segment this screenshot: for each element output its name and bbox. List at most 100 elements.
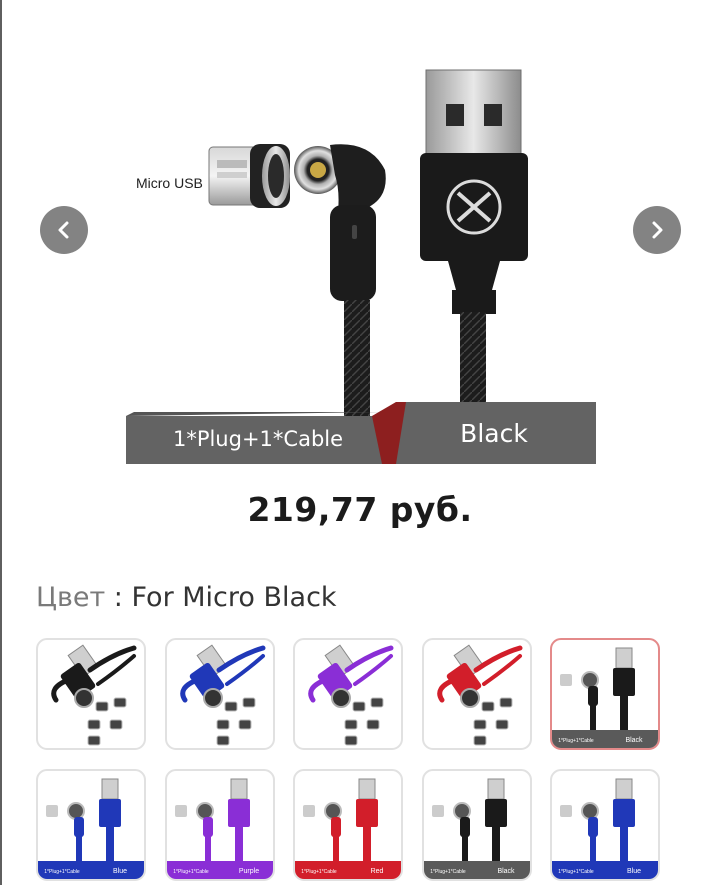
magnetic-head-shape	[203, 688, 223, 708]
micro-tip-shape	[175, 805, 187, 817]
micro-tip-shape	[303, 805, 315, 817]
micro-usb-label: Micro USB	[136, 175, 203, 191]
cable-shape	[76, 835, 82, 861]
usb-head-shape	[487, 778, 505, 800]
micro-tip-shape	[432, 805, 444, 817]
usb-body-shape	[228, 799, 250, 827]
option-label: 1*Plug+1*Cable	[173, 427, 343, 451]
plug-tip-shape	[87, 719, 101, 730]
color-label: Black	[460, 419, 528, 448]
color-swatch-purple[interactable]	[293, 638, 403, 750]
plug-tip-shape	[481, 701, 495, 712]
head-shape	[588, 817, 598, 837]
head-shape	[460, 817, 470, 837]
cable-shape	[590, 704, 596, 730]
cable-shape	[462, 835, 468, 861]
swatch-color-text: Black	[625, 737, 643, 744]
usb-head-shape	[358, 778, 376, 800]
swatch-thumbnail: 1*Plug+1*Cable Blue	[38, 778, 144, 879]
product-image: Micro USB 1*Plug+1*Cable Black	[126, 69, 596, 464]
micro-tip-shape	[46, 805, 58, 817]
swatch-tag-text: 1*Plug+1*Cable	[558, 869, 594, 875]
swatch-thumbnail	[308, 644, 394, 746]
plug-tip-shape	[473, 719, 487, 730]
plug-tip-shape	[370, 697, 384, 708]
swatch-tag-text: 1*Plug+1*Cable	[173, 869, 209, 875]
usb-body-shape	[99, 799, 121, 827]
plug-tip-shape	[238, 719, 252, 730]
micro-tip-shape	[560, 805, 572, 817]
swatch-tag-text: 1*Plug+1*Cable	[558, 738, 594, 744]
color-swatch-purple-micro[interactable]: 1*Plug+1*Cable Purple	[165, 769, 275, 881]
color-swatch-black[interactable]	[36, 638, 146, 750]
plug-tip-shape	[216, 719, 230, 730]
cable-shape	[106, 827, 114, 861]
head-shape	[203, 817, 213, 837]
usb-body-shape	[356, 799, 378, 827]
cable-shape	[590, 835, 596, 861]
usb-body-shape	[613, 799, 635, 827]
color-swatch-red[interactable]	[422, 638, 532, 750]
usb-body-shape	[485, 799, 507, 827]
swatch-color-text: Purple	[239, 868, 259, 875]
swatch-thumbnail: 1*Plug+1*Cable Blue	[552, 778, 658, 879]
usb-head-shape	[615, 647, 633, 669]
color-label-text: Цвет	[36, 582, 106, 613]
color-swatch-red-micro[interactable]: 1*Plug+1*Cable Red	[293, 769, 403, 881]
head-shape	[331, 817, 341, 837]
color-selector-label: Цвет : For Micro Black	[36, 582, 337, 613]
magnetic-head-shape	[74, 688, 94, 708]
magnetic-head-shape	[453, 802, 471, 820]
usb-a-connector	[420, 69, 528, 314]
plug-tip-shape	[95, 701, 109, 712]
head-shape	[74, 817, 84, 837]
color-swatch-blue-type-c[interactable]: 1*Plug+1*Cable Blue	[550, 769, 660, 881]
cable-shape	[620, 696, 628, 730]
plug-tip-shape	[216, 735, 230, 746]
plug-tip-shape	[109, 719, 123, 730]
color-swatch-blue-micro[interactable]: 1*Plug+1*Cable Blue	[36, 769, 146, 881]
magnetic-head-shape	[196, 802, 214, 820]
color-swatch-blue[interactable]	[165, 638, 275, 750]
magnetic-head-shape	[67, 802, 85, 820]
magnetic-head	[294, 144, 386, 301]
cable-shape	[235, 827, 243, 861]
cable-shape	[492, 827, 500, 861]
selected-color-value: For Micro Black	[131, 582, 337, 613]
chevron-right-icon	[652, 221, 663, 239]
swatch-color-text: Red	[371, 868, 384, 875]
usb-head-shape	[101, 778, 119, 800]
usb-body-shape	[613, 668, 635, 696]
color-swatch-black-micro[interactable]: 1*Plug+1*Cable Black	[550, 638, 660, 750]
previous-image-button[interactable]	[40, 206, 88, 254]
micro-usb-plug	[208, 144, 290, 208]
braided-cable	[344, 300, 370, 416]
magnetic-head-shape	[581, 671, 599, 689]
cable-shape	[363, 827, 371, 861]
next-image-button[interactable]	[633, 206, 681, 254]
swatch-thumbnail: 1*Plug+1*Cable Purple	[167, 778, 273, 879]
chevron-left-icon	[58, 221, 69, 239]
magnetic-head-shape	[581, 802, 599, 820]
swatch-color-text: Blue	[627, 868, 641, 875]
plug-tip-shape	[113, 697, 127, 708]
usb-head-shape	[615, 778, 633, 800]
color-swatch-black-type-c[interactable]: 1*Plug+1*Cable Black	[422, 769, 532, 881]
magnetic-head-shape	[324, 802, 342, 820]
swatch-tag-text: 1*Plug+1*Cable	[44, 869, 80, 875]
plug-tip-shape	[224, 701, 238, 712]
plug-tip-shape	[344, 719, 358, 730]
plug-tip-shape	[344, 735, 358, 746]
swatch-thumbnail	[437, 644, 523, 746]
swatch-thumbnail: 1*Plug+1*Cable Red	[295, 778, 401, 879]
swatch-tag-text: 1*Plug+1*Cable	[430, 869, 466, 875]
cable-shape	[205, 835, 211, 861]
plug-tip-shape	[242, 697, 256, 708]
product-gallery[interactable]: Micro USB 1*Plug+1*Cable Black	[0, 0, 720, 480]
head-shape	[588, 686, 598, 706]
usb-head-shape	[230, 778, 248, 800]
plug-tip-shape	[352, 701, 366, 712]
color-separator: :	[105, 582, 132, 613]
cable-shape	[620, 827, 628, 861]
swatch-color-text: Black	[497, 868, 515, 875]
